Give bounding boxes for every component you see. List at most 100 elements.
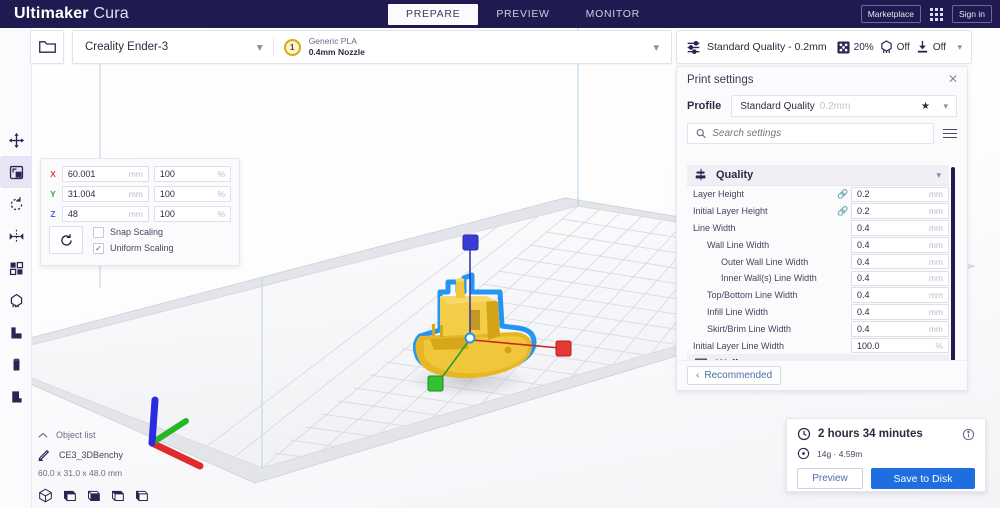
scale-percent-field-x[interactable]: 100% <box>153 166 231 182</box>
material-usage-row: 14g · 4.59m <box>797 447 975 460</box>
setting-value-field[interactable]: 100.0% <box>851 337 949 354</box>
extra-tool-2[interactable] <box>0 348 32 380</box>
apps-grid-icon[interactable] <box>930 7 943 21</box>
setting-row[interactable]: Layer Height 🔗 0.2 mm <box>687 186 949 203</box>
setting-row[interactable]: Skirt/Brim Line Width 0.4 mm <box>687 320 949 338</box>
recommended-button[interactable]: ‹ Recommended <box>687 366 782 385</box>
scale-handle-z[interactable] <box>462 234 479 251</box>
support-blocker-tool[interactable] <box>0 284 32 316</box>
machine-selector[interactable]: Creality Ender-3 ▾ <box>73 31 273 63</box>
print-action-buttons: Preview Save to Disk <box>797 468 975 489</box>
setting-row[interactable]: Top/Bottom Line Width 0.4 mm <box>687 286 949 304</box>
per-model-tool[interactable] <box>0 252 32 284</box>
view-front-icon[interactable] <box>62 488 77 503</box>
preview-button[interactable]: Preview <box>797 468 863 489</box>
scale-tool[interactable] <box>0 156 32 188</box>
adhesion-value: Off <box>932 41 946 53</box>
recommended-label: Recommended <box>704 370 773 381</box>
view-right-icon[interactable] <box>134 488 149 503</box>
tab-monitor[interactable]: MONITOR <box>568 4 658 24</box>
setting-row[interactable]: Initial Layer Line Width 100.0% <box>687 337 949 354</box>
scale-size-value: 60.001 <box>67 169 96 179</box>
list-item[interactable]: CE3_3DBenchy <box>38 449 228 461</box>
setting-value: 0.2 <box>857 206 870 217</box>
material-selector[interactable]: 1 Generic PLA 0.4mm Nozzle ▾ <box>274 31 671 63</box>
tab-preview[interactable]: PREVIEW <box>478 4 567 24</box>
scale-size-field-x[interactable]: 60.001 mm <box>61 166 149 182</box>
setting-label: Skirt/Brim Line Width <box>707 323 792 334</box>
scale-size-field-y[interactable]: 31.004 mm <box>61 186 149 202</box>
setting-value-field[interactable]: 0.4 mm <box>851 287 949 303</box>
chevron-down-icon[interactable]: ▾ <box>943 101 948 112</box>
link-icon[interactable]: 🔗 <box>837 206 851 217</box>
sign-in-button[interactable]: Sign in <box>952 5 992 23</box>
model-edit-icon <box>38 449 50 461</box>
snap-scaling-label: Snap Scaling <box>110 227 164 237</box>
scale-icon <box>9 165 23 179</box>
profile-selector[interactable]: Standard Quality 0.2mm ★ ▾ <box>731 95 957 117</box>
scale-percent-field-y[interactable]: 100% <box>153 186 231 202</box>
reset-scale-button[interactable] <box>49 226 83 254</box>
settings-list[interactable]: Quality ▾ Layer Height 🔗 0.2 mm Initial Layer … <box>687 165 949 383</box>
scale-size-unit: mm <box>128 189 143 199</box>
scale-row-z: Z 48 mm 100% <box>49 206 231 222</box>
setting-row[interactable]: Initial Layer Height 🔗 0.2 mm <box>687 202 949 220</box>
setting-value: 0.4 <box>857 222 870 233</box>
print-info-card: 2 hours 34 minutes 14g · 4.59m Preview S… <box>786 418 986 492</box>
rotate-tool[interactable] <box>0 188 32 220</box>
save-to-disk-button[interactable]: Save to Disk <box>871 468 975 489</box>
settings-visibility-menu[interactable] <box>943 128 957 139</box>
chevron-down-icon[interactable]: ▾ <box>957 42 962 53</box>
setting-value-field[interactable]: 0.4 mm <box>851 220 949 236</box>
close-icon[interactable]: ✕ <box>948 73 958 85</box>
setting-row[interactable]: Line Width 0.4 mm <box>687 219 949 237</box>
scale-handle-y[interactable] <box>427 375 444 392</box>
extra-tool-1[interactable] <box>0 316 32 348</box>
print-setup-summary-bar[interactable]: Standard Quality - 0.2mm 20% Off Off ▾ <box>676 30 972 64</box>
star-icon[interactable]: ★ <box>921 101 930 112</box>
print-time: 2 hours 34 minutes <box>818 428 923 440</box>
setting-value-field[interactable]: 0.4 mm <box>851 253 949 270</box>
setting-label: Initial Layer Line Width <box>693 340 785 351</box>
setting-row[interactable]: Infill Line Width 0.4 mm <box>687 303 949 321</box>
setting-value-field[interactable]: 0.4 mm <box>851 270 949 287</box>
setting-value: 0.4 <box>857 323 870 334</box>
adhesion-summary[interactable]: Off <box>916 40 946 54</box>
search-input[interactable] <box>712 128 925 139</box>
info-icon[interactable] <box>962 428 975 441</box>
setting-value-field[interactable]: 0.2 mm <box>851 186 949 203</box>
search-row <box>677 123 967 151</box>
link-icon[interactable]: 🔗 <box>837 189 851 200</box>
setting-row[interactable]: Inner Wall(s) Line Width 0.4 mm <box>687 269 949 287</box>
snap-scaling-checkbox[interactable]: Snap Scaling <box>93 226 174 238</box>
setting-value-field[interactable]: 0.4 mm <box>851 237 949 253</box>
search-settings-box[interactable] <box>687 123 934 144</box>
uniform-scaling-checkbox[interactable]: ✓ Uniform Scaling <box>93 242 174 254</box>
chevron-down-icon: ▾ <box>936 169 941 180</box>
view-top-icon[interactable] <box>86 488 101 503</box>
scale-size-field-z[interactable]: 48 mm <box>61 206 149 222</box>
settings-category-quality[interactable]: Quality ▾ <box>687 165 949 186</box>
view-3d-icon[interactable] <box>38 488 53 503</box>
support-summary[interactable]: Off <box>880 40 910 54</box>
mirror-tool[interactable] <box>0 220 32 252</box>
open-file-button[interactable] <box>30 30 64 64</box>
setting-value-field[interactable]: 0.4 mm <box>851 321 949 337</box>
cylinder-icon <box>13 358 19 370</box>
setting-row[interactable]: Wall Line Width 0.4 mm <box>687 236 949 254</box>
view-left-icon[interactable] <box>110 488 125 503</box>
scale-handle-center[interactable] <box>464 332 476 344</box>
scale-percent-field-z[interactable]: 100% <box>153 206 231 222</box>
settings-scrollbar[interactable] <box>951 167 955 367</box>
scale-handle-x[interactable] <box>555 340 572 357</box>
extra-tool-3[interactable] <box>0 380 32 412</box>
move-tool[interactable] <box>0 124 32 156</box>
infill-summary[interactable]: 20% <box>837 40 874 54</box>
setting-value-field[interactable]: 0.2 mm <box>851 203 949 219</box>
setting-value-field[interactable]: 0.4 mm <box>851 304 949 320</box>
setting-row[interactable]: Outer Wall Line Width 0.4 mm <box>687 253 949 270</box>
setting-unit: mm <box>928 222 943 233</box>
tab-prepare[interactable]: PREPARE <box>388 3 479 25</box>
marketplace-button[interactable]: Marketplace <box>860 5 921 23</box>
object-list-header[interactable]: Object list <box>38 430 228 440</box>
